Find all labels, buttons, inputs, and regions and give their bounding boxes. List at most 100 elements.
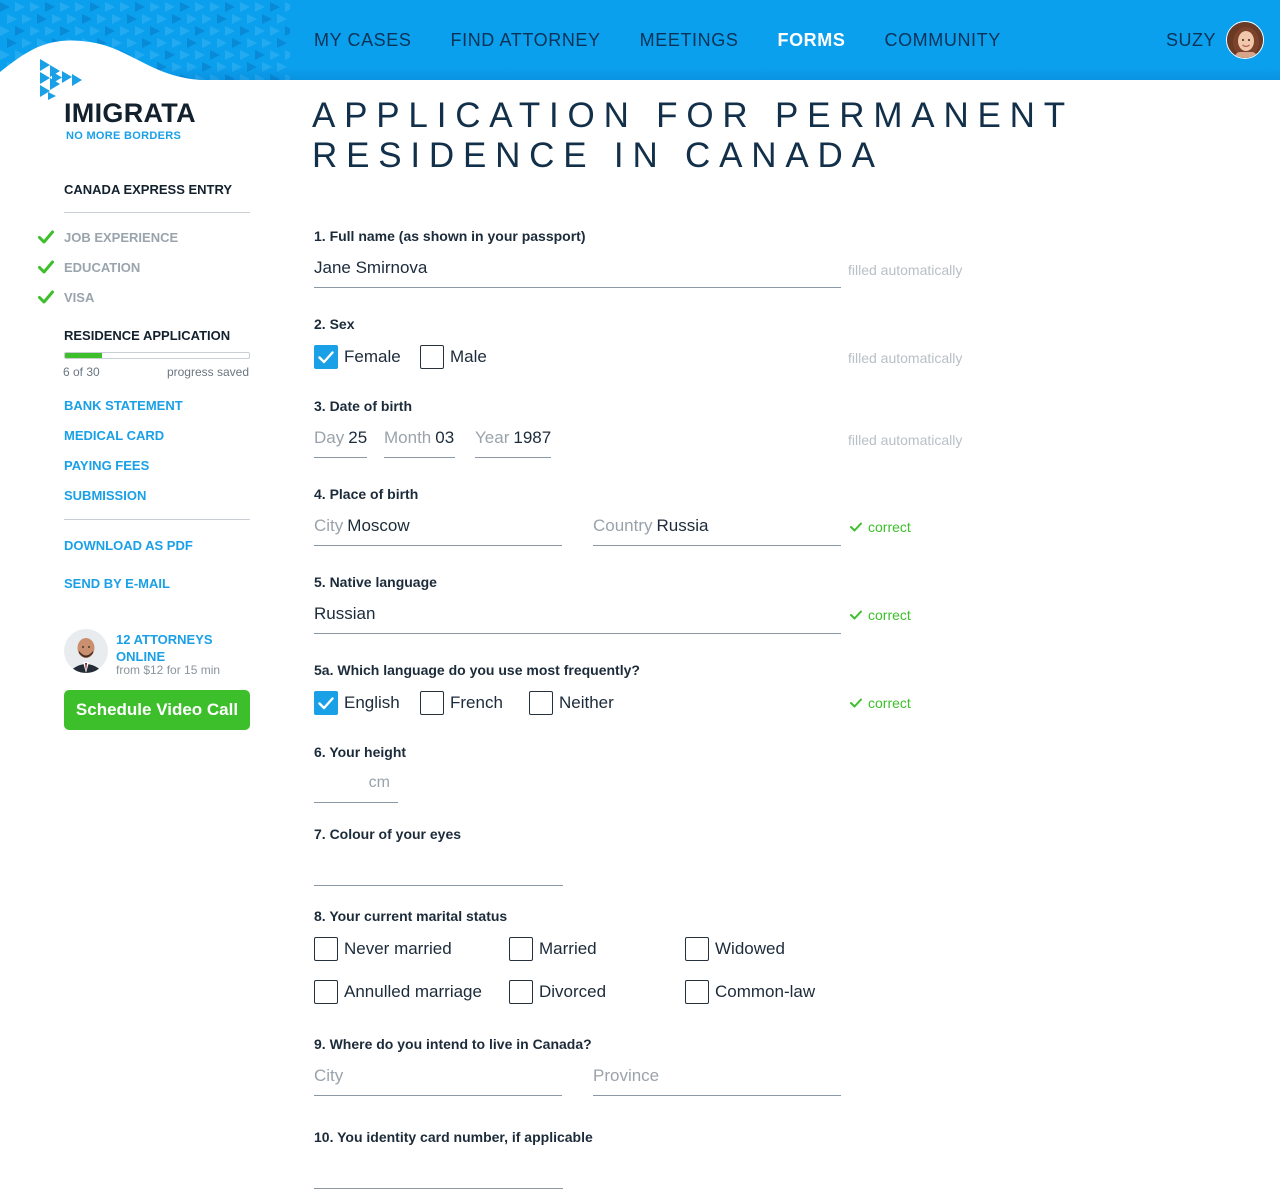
checkbox-label: Annulled marriage [344, 982, 482, 1001]
page-title-line2: RESIDENCE IN CANADA [312, 136, 884, 175]
sidebar-item-submission[interactable]: SUBMISSION [64, 488, 146, 503]
nav-community[interactable]: COMMUNITY [884, 30, 1000, 51]
logo-name: IMIGRATA [64, 98, 196, 128]
birth-year-input[interactable]: Year 1987 [475, 418, 551, 458]
question-marital-status: 8. Your current marital status [314, 908, 508, 924]
nav-meetings[interactable]: MEETINGS [640, 30, 739, 51]
nav-forms[interactable]: FORMS [777, 30, 845, 51]
birth-month-label: Month [384, 427, 432, 447]
sidebar-section-title: CANADA EXPRESS ENTRY [64, 182, 233, 197]
page-title-line1: APPLICATION FOR PERMANENT [312, 96, 1074, 135]
sidebar-item-visa[interactable]: VISA [38, 288, 94, 306]
attorney-price: from $12 for 15 min [116, 663, 221, 677]
eye-colour-input[interactable] [314, 846, 563, 886]
nav-my-cases[interactable]: MY CASES [314, 30, 412, 51]
question-height: 6. Your height [314, 744, 407, 760]
sidebar-item-label: VISA [64, 289, 95, 305]
validation-status: correct [850, 519, 911, 535]
checkbox-box[interactable] [420, 691, 444, 715]
schedule-video-call-button[interactable]: Schedule Video Call [64, 690, 250, 730]
sidebar-item-label: EDUCATION [64, 259, 141, 275]
check-icon [38, 290, 54, 304]
user-avatar[interactable] [1226, 21, 1264, 59]
checkbox-box[interactable] [314, 980, 338, 1004]
height-input[interactable]: cm [314, 763, 398, 803]
native-language-value: Russian [314, 603, 376, 623]
checkbox-label: Common-law [715, 982, 816, 1001]
residence-province-input[interactable]: Province [593, 1056, 841, 1096]
id-card-number-input[interactable] [314, 1149, 563, 1189]
birth-city-input[interactable]: City Moscow [314, 506, 562, 546]
birth-country-input[interactable]: Country Russia [593, 506, 841, 546]
checkbox-box[interactable] [685, 980, 709, 1004]
birth-day-value: 25 [348, 427, 368, 447]
birth-month-input[interactable]: Month 03 [384, 418, 455, 458]
birth-city-label: City [314, 515, 344, 535]
main-nav: MY CASES FIND ATTORNEY MEETINGS FORMS CO… [314, 0, 1040, 80]
checkbox-box[interactable] [509, 980, 533, 1004]
full-name-input[interactable]: Jane Smirnova [314, 248, 841, 288]
marital-married-checkbox[interactable]: Married [509, 937, 597, 961]
validation-text: correct [868, 695, 911, 711]
checkbox-box[interactable] [509, 937, 533, 961]
user-name[interactable]: SUZY [1166, 30, 1216, 51]
birth-country-value: Russia [656, 515, 709, 535]
question-intended-residence: 9. Where do you intend to live in Canada… [314, 1036, 592, 1052]
marital-widowed-checkbox[interactable]: Widowed [685, 937, 785, 961]
residence-city-input[interactable]: City [314, 1056, 562, 1096]
language-french-checkbox[interactable]: French [420, 691, 503, 715]
checkbox-box[interactable] [685, 937, 709, 961]
checkbox-box[interactable] [420, 345, 444, 369]
check-icon [850, 698, 862, 708]
progress-saved-status: progress saved [166, 365, 249, 379]
birth-country-label: Country [593, 515, 653, 535]
checkbox-box[interactable] [314, 937, 338, 961]
language-neither-checkbox[interactable]: Neither [529, 691, 614, 715]
birth-day-input[interactable]: Day 25 [314, 418, 367, 458]
checkbox-label: Neither [559, 693, 614, 712]
checkbox-label: Female [344, 347, 401, 366]
send-email-link[interactable]: SEND BY E-MAIL [64, 576, 170, 591]
sex-female-checkbox[interactable]: Female [314, 345, 401, 369]
question-native-language: 5. Native language [314, 574, 437, 590]
nav-find-attorney[interactable]: FIND ATTORNEY [451, 30, 601, 51]
question-sex: 2. Sex [314, 316, 355, 332]
download-pdf-link[interactable]: DOWNLOAD AS PDF [64, 538, 193, 553]
checkbox-box[interactable] [314, 345, 338, 369]
sidebar-item-education[interactable]: EDUCATION [38, 258, 140, 276]
sidebar-item-bank-statement[interactable]: BANK STATEMENT [64, 398, 183, 413]
marital-common-law-checkbox[interactable]: Common-law [685, 980, 815, 1004]
native-language-input[interactable]: Russian [314, 594, 841, 634]
sidebar-item-medical-card[interactable]: MEDICAL CARD [64, 428, 164, 443]
validation-status: correct [850, 607, 911, 623]
sidebar-divider [64, 212, 250, 213]
question-place-of-birth: 4. Place of birth [314, 486, 419, 502]
birth-city-value: Moscow [347, 515, 410, 535]
progress-bar-fill [65, 353, 102, 358]
imigrata-logo-icon[interactable] [38, 56, 86, 104]
checkbox-box[interactable] [314, 691, 338, 715]
check-icon [38, 260, 54, 274]
question-frequent-language: 5a. Which language do you use most frequ… [314, 662, 640, 678]
residence-city-placeholder: City [314, 1065, 344, 1085]
validation-text: correct [868, 607, 911, 623]
sex-male-checkbox[interactable]: Male [420, 345, 487, 369]
attorneys-online-link[interactable]: 12 ATTORNEYS ONLINE [116, 631, 256, 665]
attorney-avatar[interactable] [64, 629, 108, 673]
sidebar-item-job-experience[interactable]: JOB EXPERIENCE [38, 228, 178, 246]
user-menu[interactable]: SUZY [1166, 20, 1264, 60]
marital-annulled-checkbox[interactable]: Annulled marriage [314, 980, 482, 1004]
language-english-checkbox[interactable]: English [314, 691, 400, 715]
progress-bar [64, 352, 250, 359]
validation-text: correct [868, 519, 911, 535]
progress-count: 6 of 30 [63, 365, 100, 379]
marital-never-married-checkbox[interactable]: Never married [314, 937, 452, 961]
full-name-value: Jane Smirnova [314, 257, 428, 277]
sidebar-item-paying-fees[interactable]: PAYING FEES [64, 458, 149, 473]
checkbox-box[interactable] [529, 691, 553, 715]
autofill-note: filled automatically [848, 432, 963, 448]
marital-divorced-checkbox[interactable]: Divorced [509, 980, 606, 1004]
logo-tagline: NO MORE BORDERS [66, 130, 182, 142]
sidebar-item-residence-application[interactable]: RESIDENCE APPLICATION [64, 328, 230, 343]
sidebar-divider [64, 519, 250, 520]
